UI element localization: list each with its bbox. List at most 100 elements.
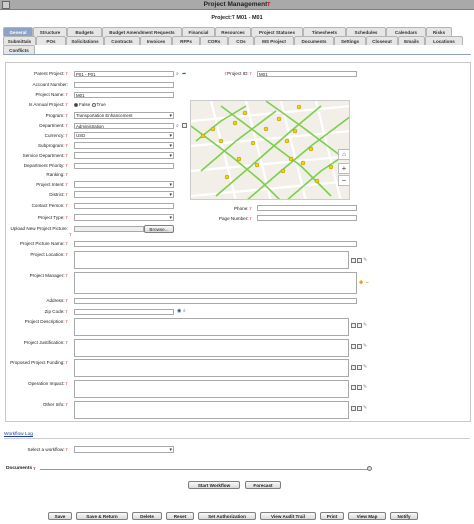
tab-budget-amendment-requests[interactable]: Budget Amendment Requests: [102, 27, 182, 36]
district-select[interactable]: [74, 191, 174, 198]
tab-cos[interactable]: COs: [228, 36, 254, 45]
tab-pos[interactable]: POs: [36, 36, 66, 45]
view-audit-trail-button[interactable]: View Audit Trail: [260, 512, 316, 520]
project-intent-select[interactable]: [74, 181, 174, 188]
save-return-button[interactable]: Save & Return: [76, 512, 128, 520]
notify-button[interactable]: Notify: [390, 512, 418, 520]
annual-false-radio[interactable]: [74, 102, 78, 107]
browse-button[interactable]: Browse...: [144, 225, 174, 233]
project-justification-textarea[interactable]: [74, 339, 349, 357]
expand-icon[interactable]: [351, 258, 356, 263]
print-button[interactable]: Print: [320, 512, 344, 520]
translate-icon[interactable]: T: [267, 2, 270, 8]
expand-icon[interactable]: [351, 385, 356, 390]
tab-emails[interactable]: Emails: [398, 36, 425, 45]
workflow-log-link[interactable]: Workflow Log: [4, 432, 33, 437]
project-name-input[interactable]: M01: [74, 92, 174, 98]
set-authorization-button[interactable]: Set Authorization: [198, 512, 256, 520]
program-select[interactable]: Transportation Enhancement: [74, 112, 174, 119]
tab-cors[interactable]: CORs: [200, 36, 228, 45]
delete-button[interactable]: Delete: [132, 512, 162, 520]
contact-person-input[interactable]: [74, 203, 174, 209]
tab-timesheets[interactable]: Timesheets: [303, 27, 346, 36]
spellcheck-icon[interactable]: [357, 406, 362, 411]
edit-pencil-icon[interactable]: ✎: [363, 384, 367, 390]
tab-budgets[interactable]: Budgets: [67, 27, 102, 36]
spellcheck-icon[interactable]: [357, 323, 362, 328]
expand-icon[interactable]: [351, 344, 356, 349]
tab-settings[interactable]: Settings: [334, 36, 366, 45]
currency-select[interactable]: USD: [74, 132, 174, 139]
tab-ms-project[interactable]: MS Project: [254, 36, 294, 45]
annual-true-radio[interactable]: [91, 102, 96, 107]
start-workflow-button[interactable]: Start Workflow: [188, 481, 240, 489]
edit-pencil-icon[interactable]: ✎: [363, 257, 367, 263]
proposed-funding-textarea[interactable]: [74, 359, 349, 377]
save-button[interactable]: Save: [48, 512, 72, 520]
view-map-button[interactable]: View Map: [348, 512, 386, 520]
expand-icon[interactable]: [351, 406, 356, 411]
tab-contracts[interactable]: Contracts: [104, 36, 140, 45]
tab-conflicts[interactable]: Conflicts: [3, 45, 35, 54]
edit-pencil-icon[interactable]: ✎: [363, 343, 367, 349]
project-map[interactable]: ⌂ + −: [190, 100, 350, 200]
globe-icon[interactable]: ◉: [177, 308, 181, 314]
zip-code-input[interactable]: [74, 309, 174, 315]
parent-project-input[interactable]: P01 - P01: [74, 71, 174, 77]
tab-documents[interactable]: Documents: [294, 36, 334, 45]
workflow-select[interactable]: [74, 446, 174, 453]
window-menu-icon[interactable]: [2, 1, 10, 9]
tab-schedules[interactable]: Schedules: [346, 27, 386, 36]
tab-closeout[interactable]: Closeout: [366, 36, 398, 45]
clear-icon[interactable]: [182, 123, 187, 128]
documents-toggle-icon[interactable]: [367, 466, 372, 471]
remove-manager-icon[interactable]: −: [366, 280, 369, 286]
subprogram-select[interactable]: [74, 142, 174, 149]
tab-risks[interactable]: Risks: [426, 27, 452, 36]
tab-project-statuses[interactable]: Project Statuses: [251, 27, 303, 36]
edit-pencil-icon[interactable]: ✎: [363, 405, 367, 411]
page-number-input[interactable]: [257, 215, 357, 221]
department-priority-input[interactable]: [74, 163, 174, 169]
tab-locations[interactable]: Locations: [425, 36, 463, 45]
project-id-input[interactable]: M01: [257, 71, 357, 77]
tab-rfps[interactable]: RFPs: [172, 36, 200, 45]
spellcheck-icon[interactable]: [357, 344, 362, 349]
search-icon[interactable]: ⌕: [183, 308, 186, 314]
spellcheck-icon[interactable]: [357, 258, 362, 263]
tab-submittals[interactable]: Submittals: [3, 36, 36, 45]
tab-resources[interactable]: Resources: [215, 27, 251, 36]
edit-pencil-icon[interactable]: ✎: [363, 364, 367, 370]
search-icon[interactable]: ⌕: [176, 71, 179, 77]
translate-icon[interactable]: T: [232, 15, 235, 21]
search-icon[interactable]: ⌕: [176, 123, 179, 129]
account-number-input[interactable]: [74, 82, 174, 88]
spellcheck-icon[interactable]: [357, 365, 362, 370]
tab-financial[interactable]: Financial: [182, 27, 215, 36]
forecast-button[interactable]: Forecast: [245, 481, 281, 489]
map-zoom-in-button[interactable]: +: [338, 163, 349, 174]
translate-icon[interactable]: T: [69, 232, 71, 237]
expand-icon[interactable]: [351, 323, 356, 328]
project-description-textarea[interactable]: [74, 318, 349, 336]
tab-solicitations[interactable]: Solicitations: [66, 36, 104, 45]
expand-icon[interactable]: [351, 365, 356, 370]
project-location-textarea[interactable]: [74, 251, 349, 269]
upload-picture-path[interactable]: [74, 226, 144, 232]
project-type-select[interactable]: [74, 214, 174, 221]
project-manager-list[interactable]: [74, 272, 357, 294]
add-manager-icon[interactable]: ✚: [359, 280, 363, 286]
map-home-icon[interactable]: ⌂: [338, 149, 349, 160]
tab-invoices[interactable]: Invoices: [140, 36, 172, 45]
operation-impact-textarea[interactable]: [74, 380, 349, 398]
department-input[interactable]: Administration: [74, 123, 174, 129]
tab-calendars[interactable]: Calendars: [386, 27, 426, 36]
spellcheck-icon[interactable]: [357, 385, 362, 390]
edit-pencil-icon[interactable]: ✎: [363, 322, 367, 328]
map-zoom-out-button[interactable]: −: [338, 175, 349, 186]
reset-button[interactable]: Reset: [166, 512, 194, 520]
service-department-select[interactable]: [74, 152, 174, 159]
picture-name-input[interactable]: [74, 241, 357, 247]
phone-input[interactable]: [257, 205, 357, 211]
other-info-textarea[interactable]: [74, 401, 349, 419]
